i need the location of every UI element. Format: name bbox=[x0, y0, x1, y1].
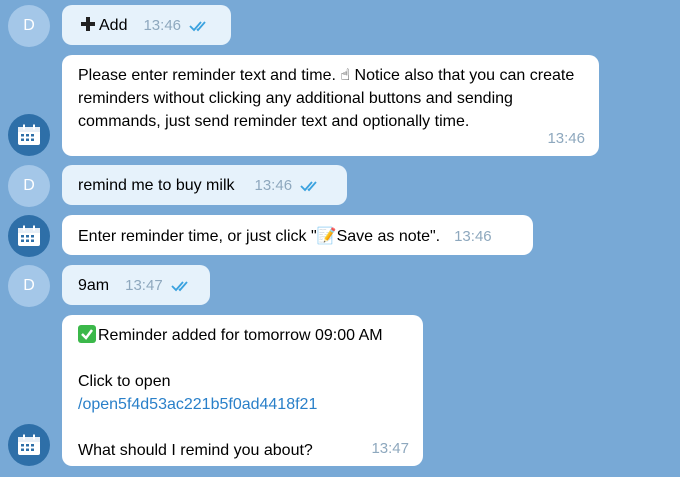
message-text: Add bbox=[99, 17, 128, 34]
message-bubble[interactable]: 9am 13:47 bbox=[62, 265, 210, 305]
bot-avatar[interactable] bbox=[8, 114, 50, 156]
message-text: What should I remind you about? bbox=[78, 442, 313, 459]
user-avatar-letter: D bbox=[23, 177, 35, 194]
message-time: 13:47 bbox=[371, 440, 409, 457]
message-time: 13:46 bbox=[254, 177, 293, 194]
checkmark-icon bbox=[78, 325, 96, 343]
message-text: remind me to buy milk bbox=[78, 177, 235, 194]
user-avatar-letter: D bbox=[23, 277, 35, 294]
message-time: 13:46 bbox=[547, 130, 585, 147]
bot-avatar[interactable] bbox=[8, 215, 50, 257]
message-text: Click to open bbox=[78, 373, 171, 390]
message-time: 13:46 bbox=[454, 228, 492, 245]
message-text: Reminder added for tomorrow 09:00 AM bbox=[98, 327, 383, 344]
calendar-icon bbox=[18, 124, 40, 145]
message-text: Save as note". bbox=[336, 228, 441, 245]
user-avatar-letter: D bbox=[23, 17, 35, 34]
message-bubble[interactable]: Enter reminder time, or just click "📝Sav… bbox=[62, 215, 533, 255]
calendar-icon bbox=[18, 225, 40, 246]
message-text: Please enter reminder text and time. ☝ N… bbox=[78, 67, 575, 130]
open-reminder-link[interactable]: /open5f4d53ac221b5f0ad4418f21 bbox=[78, 396, 317, 413]
calendar-icon bbox=[18, 434, 40, 455]
note-icon: 📝 bbox=[316, 226, 337, 245]
message-bubble[interactable]: Add 13:46 bbox=[62, 5, 231, 45]
user-avatar[interactable]: D bbox=[8, 265, 50, 307]
bot-avatar[interactable] bbox=[8, 424, 50, 466]
message-time: 13:46 bbox=[143, 17, 182, 34]
user-avatar[interactable]: D bbox=[8, 165, 50, 207]
message-bubble[interactable]: Reminder added for tomorrow 09:00 AM Cli… bbox=[62, 315, 423, 466]
message-text: Enter reminder time, or just click " bbox=[78, 228, 317, 245]
plus-icon bbox=[80, 16, 96, 32]
message-text: 9am bbox=[78, 277, 110, 294]
double-check-icon bbox=[189, 20, 206, 31]
message-bubble[interactable]: remind me to buy milk 13:46 bbox=[62, 165, 347, 205]
double-check-icon bbox=[171, 280, 188, 291]
message-time: 13:47 bbox=[125, 277, 163, 294]
message-bubble[interactable]: Please enter reminder text and time. ☝ N… bbox=[62, 55, 599, 156]
double-check-icon bbox=[300, 180, 317, 191]
user-avatar[interactable]: D bbox=[8, 5, 50, 47]
